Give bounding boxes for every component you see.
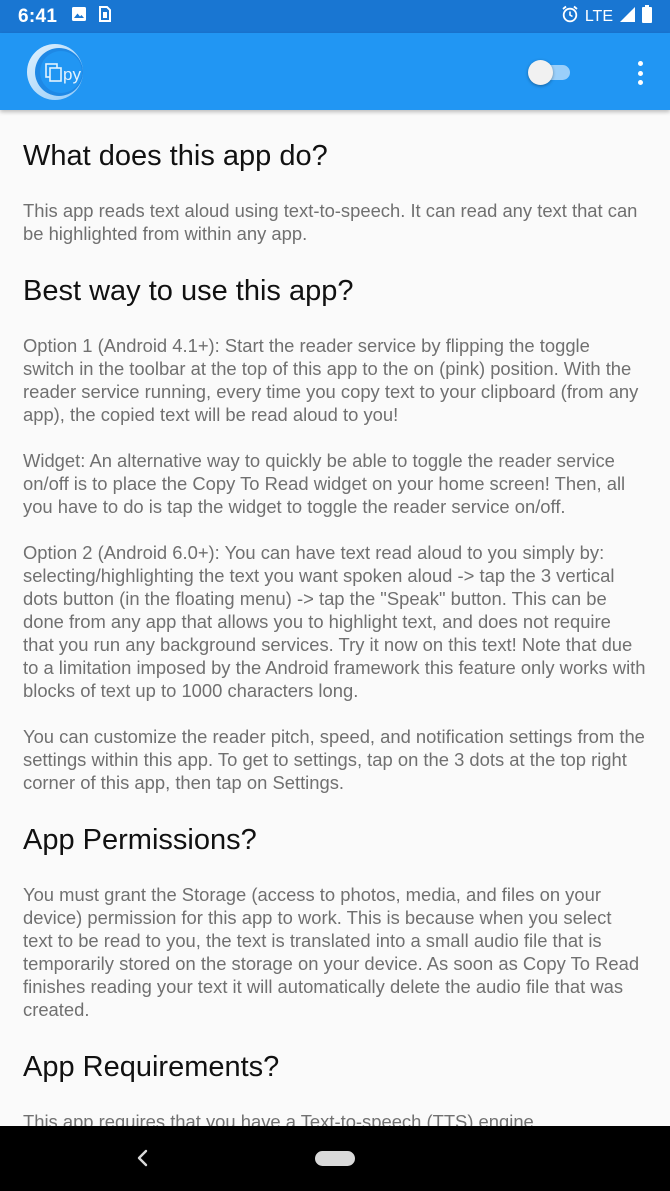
section-heading: App Requirements? <box>23 1051 280 1083</box>
section-paragraph: Widget: An alternative way to quickly be… <box>23 450 626 517</box>
status-bar: 6:41 LTE <box>0 0 670 33</box>
signal-icon <box>619 6 636 28</box>
reader-service-toggle[interactable] <box>528 60 574 85</box>
section-paragraph: This app reads text aloud using text-to-… <box>23 200 638 244</box>
sim-card-icon <box>99 6 112 27</box>
more-options-button[interactable] <box>628 59 652 87</box>
logo-text: py <box>63 65 81 84</box>
image-icon <box>71 6 87 27</box>
status-time: 6:41 <box>18 5 58 27</box>
back-icon[interactable] <box>133 1146 153 1170</box>
section-paragraph: You can customize the reader pitch, spee… <box>23 726 645 793</box>
section-heading: Best way to use this app? <box>23 275 354 307</box>
network-type: LTE <box>584 7 613 25</box>
battery-icon <box>642 5 652 28</box>
section-heading: App Permissions? <box>23 824 257 856</box>
section-paragraph: Option 1 (Android 4.1+): Start the reade… <box>23 335 639 425</box>
navigation-bar <box>0 1126 670 1191</box>
notification-icons <box>71 6 112 27</box>
section-paragraph: This app requires that you have a Text-t… <box>23 1111 534 1126</box>
dot-icon <box>637 70 643 76</box>
toolbar: py <box>0 33 670 110</box>
app-logo: py <box>26 43 84 101</box>
section-heading: What does this app do? <box>23 140 328 172</box>
system-status: LTE <box>561 5 652 28</box>
dot-icon <box>637 61 643 66</box>
section-paragraph: You must grant the Storage (access to ph… <box>23 884 640 1020</box>
section-paragraph: Option 2 (Android 6.0+): You can have te… <box>23 542 646 701</box>
toggle-thumb <box>528 60 553 85</box>
home-button[interactable] <box>315 1151 355 1166</box>
help-content[interactable]: What does this app do? This app reads te… <box>0 110 670 1126</box>
alarm-icon <box>561 5 579 28</box>
dot-icon <box>637 80 643 85</box>
